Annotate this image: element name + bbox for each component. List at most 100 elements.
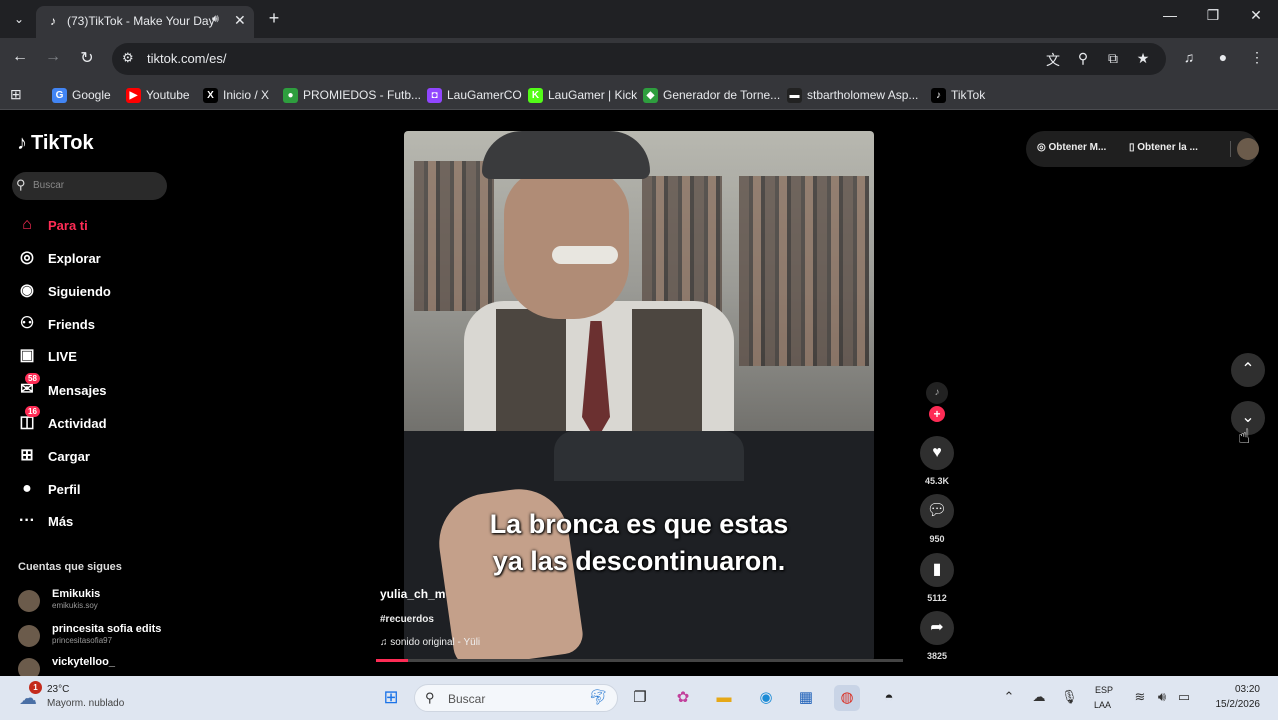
sidebar-item-profile[interactable]: ● Perfil — [16, 476, 80, 502]
forward-button[interactable]: → — [43, 48, 63, 66]
taskbar-search-placeholder: Buscar — [448, 692, 486, 706]
share-button[interactable]: ➦ — [920, 611, 954, 645]
window-close-button[interactable]: ✕ — [1246, 7, 1266, 24]
battery-icon[interactable]: ▭ — [1176, 689, 1192, 705]
bookmark-favicon-icon: ● — [283, 87, 298, 103]
back-button[interactable]: ← — [10, 48, 30, 66]
bookmark-label: LauGamerCO — [447, 88, 522, 102]
tray-chevron-up-icon[interactable]: ⌃ — [1001, 689, 1017, 705]
bookmark-label: stbartholomew Asp... — [807, 88, 919, 102]
like-count: 45.3K — [924, 476, 950, 486]
following-icon: ◉ — [20, 282, 34, 299]
language-code[interactable]: ESP — [1095, 685, 1113, 695]
account-name: Emikukis — [52, 588, 101, 600]
bookmark-item[interactable]: ◆ Generador de Torne... — [643, 86, 780, 104]
get-app-button[interactable]: ◎ Obtener M... — [1037, 142, 1106, 153]
media-control-icon[interactable]: ♫ — [1180, 49, 1198, 65]
task-view-icon[interactable]: ❐ — [627, 685, 653, 711]
tiktok-logo[interactable]: ♪ TikTok — [17, 132, 94, 155]
sidebar-item-messages[interactable]: ✉ 58 Mensajes — [16, 373, 107, 403]
file-explorer-icon[interactable]: ▬ — [711, 685, 737, 711]
video-hashtag[interactable]: #recuerdos — [380, 614, 434, 625]
bookmark-item[interactable]: ▶ Youtube — [126, 86, 190, 104]
bookmark-item[interactable]: ▬ stbartholomew Asp... — [787, 86, 918, 104]
url-text[interactable]: tiktok.com/es/ — [147, 51, 226, 66]
sidebar-item-compass[interactable]: ◎ Explorar — [16, 245, 101, 271]
install-app-icon[interactable]: ⧉ — [1104, 50, 1122, 67]
search-placeholder: Buscar — [33, 180, 65, 191]
video-sound[interactable]: ♫ sonido original - Yüli — [380, 637, 480, 648]
edge-browser-icon[interactable]: ◉ — [753, 685, 779, 711]
sidebar-item-more[interactable]: ··· Más — [16, 508, 73, 534]
reload-button[interactable]: ↻ — [77, 48, 97, 68]
sidebar-item-activity[interactable]: ◫ 16 Actividad — [16, 406, 107, 436]
bookmark-item[interactable]: X Inicio / X — [203, 86, 269, 104]
bookmark-item[interactable]: ◘ LauGamerCO — [427, 86, 522, 104]
zoom-icon[interactable]: ⚲ — [1074, 50, 1092, 67]
volume-icon[interactable]: 🔊︎ — [1154, 689, 1170, 705]
follow-plus-button[interactable]: + — [929, 406, 945, 422]
tab-search-button[interactable]: ⌄ — [8, 8, 30, 30]
windows-start-icon[interactable]: ⊞ — [380, 686, 402, 708]
following-header: Cuentas que sigues — [18, 561, 122, 573]
microphone-icon[interactable]: 🎙︎ — [1061, 689, 1078, 705]
tab-tiktok[interactable]: ♪ (73)TikTok - Make Your Day 🔊︎ ✕ — [36, 6, 254, 38]
save-count: 5112 — [927, 593, 947, 603]
search-icon: ⚲ — [425, 690, 435, 705]
like-button[interactable]: ♥ — [920, 436, 954, 470]
user-avatar[interactable] — [1237, 138, 1259, 160]
search-highlight-icon[interactable]: 🐬︎ — [585, 685, 611, 711]
copilot-icon[interactable]: ✿ — [670, 685, 696, 711]
weather-temperature[interactable]: 23°C — [47, 684, 69, 695]
sidebar-item-following[interactable]: ◉ Siguiendo — [16, 278, 111, 304]
video-player[interactable] — [404, 131, 874, 661]
sidebar-item-friends[interactable]: ⚇ Friends — [16, 311, 95, 337]
new-tab-button[interactable]: + — [264, 8, 284, 29]
chrome-icon[interactable]: ◍ — [834, 685, 860, 711]
creator-avatar[interactable]: ♪ — [926, 382, 948, 404]
keyboard-layout[interactable]: LAA — [1094, 700, 1111, 710]
get-desktop-button[interactable]: ▯ Obtener la ... — [1129, 142, 1198, 153]
save-button[interactable]: ▮ — [920, 553, 954, 587]
apps-grid-icon[interactable]: ⊞ — [10, 86, 22, 103]
avatar — [18, 625, 40, 647]
bookmark-favicon-icon: ♪ — [931, 87, 946, 103]
profile-avatar-icon[interactable]: ● — [1214, 49, 1232, 65]
bookmark-item[interactable]: K LauGamer | Kick — [528, 86, 637, 104]
wifi-icon[interactable]: ≋ — [1132, 689, 1148, 705]
previous-video-button[interactable]: ⌃ — [1231, 353, 1265, 387]
tab-close-icon[interactable]: ✕ — [234, 12, 246, 29]
address-bar[interactable]: ⚙︎ tiktok.com/es/ 文 ⚲ ⧉ ★ — [112, 43, 1166, 75]
heart-icon: ♥ — [932, 444, 942, 461]
comment-button[interactable]: 💬︎ — [920, 494, 954, 528]
sidebar-item-upload[interactable]: ⊞ Cargar — [16, 443, 90, 469]
video-progress-bar[interactable] — [376, 659, 903, 662]
bookmark-item[interactable]: ♪ TikTok — [931, 86, 985, 104]
bookmark-label: Google — [72, 88, 111, 102]
restore-button[interactable]: ❐ — [1203, 7, 1223, 24]
microsoft-store-icon[interactable]: ▦ — [793, 685, 819, 711]
cloud-sync-icon[interactable]: ☁ — [1031, 689, 1047, 705]
clock-date[interactable]: 15/2/2026 — [1200, 699, 1261, 710]
bookmark-star-icon[interactable]: ★ — [1134, 50, 1152, 67]
bookmark-label: LauGamer | Kick — [548, 88, 638, 102]
search-input[interactable]: ⚲ Buscar — [12, 172, 167, 200]
audio-playing-icon[interactable]: 🔊︎ — [212, 13, 219, 26]
weather-badge: 1 — [29, 681, 42, 694]
app-extra-icon[interactable]: ◓ — [876, 685, 902, 711]
bookmark-label: Inicio / X — [223, 88, 270, 102]
sidebar-item-home[interactable]: ⌂ Para ti — [16, 212, 88, 238]
weather-description[interactable]: Mayorm. nublado — [47, 698, 124, 709]
notification-badge: 58 — [25, 373, 40, 384]
bookmark-item[interactable]: G Google — [52, 86, 111, 104]
video-author[interactable]: yulia_ch_m — [380, 587, 445, 601]
notification-badge: 16 — [25, 406, 40, 417]
menu-kebab-icon[interactable]: ⋮ — [1248, 49, 1266, 66]
clock-time[interactable]: 03:20 — [1220, 684, 1260, 695]
minimize-button[interactable]: — — [1160, 7, 1180, 23]
site-info-icon[interactable]: ⚙︎ — [122, 50, 134, 66]
top-right-actions: ◎ Obtener M... ▯ Obtener la ... — [1026, 131, 1259, 167]
bookmark-item[interactable]: ● PROMIEDOS - Futb... — [283, 86, 421, 104]
translate-icon[interactable]: 文 — [1044, 50, 1062, 70]
sidebar-item-live[interactable]: ▣ LIVE — [16, 343, 76, 369]
